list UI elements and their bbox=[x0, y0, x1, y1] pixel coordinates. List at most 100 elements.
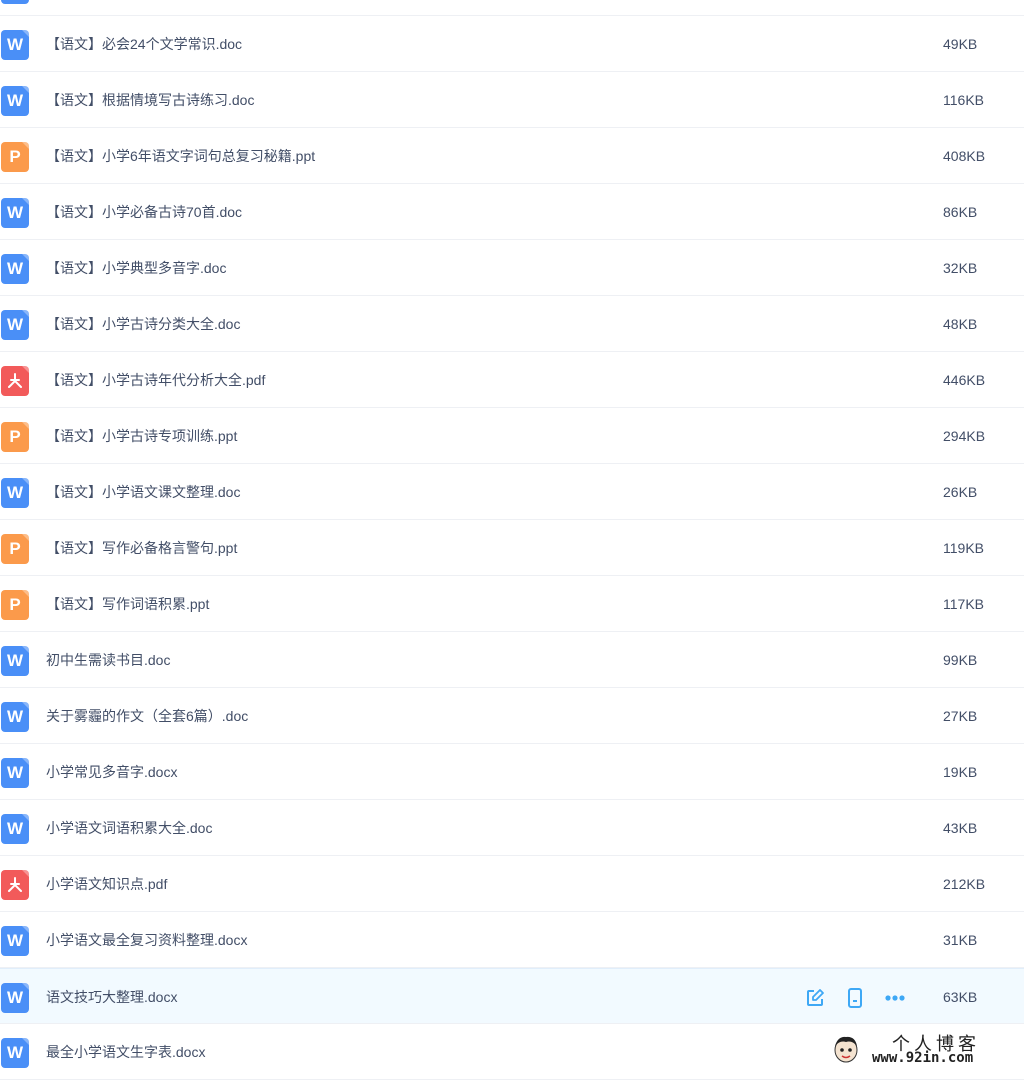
file-size: 31KB bbox=[943, 932, 978, 948]
file-size: 63KB bbox=[943, 989, 978, 1005]
file-size: 26KB bbox=[943, 484, 978, 500]
ppt-file-icon: P bbox=[1, 534, 29, 564]
pdf-file-icon bbox=[1, 870, 29, 900]
file-name[interactable]: 【语文】小学典型多音字.doc bbox=[46, 240, 226, 296]
file-row[interactable]: W 【语文】小学典型多音字.doc 32KB bbox=[0, 240, 1024, 296]
doc-file-icon: W bbox=[1, 758, 29, 788]
file-icon-letter: P bbox=[9, 539, 21, 558]
file-size: 294KB bbox=[943, 428, 986, 444]
file-size: 48KB bbox=[943, 316, 978, 332]
file-row[interactable]: W 关于雾霾的作文（全套6篇）.doc 27KB bbox=[0, 688, 1024, 744]
file-row[interactable]: W 小学常见多音字.docx 19KB bbox=[0, 744, 1024, 800]
file-row[interactable]: W 语文技巧大整理.docx 63KB bbox=[0, 968, 1024, 1024]
file-name[interactable]: 【语文】必会24个文学常识.doc bbox=[46, 16, 242, 72]
ppt-file-icon: P bbox=[1, 590, 29, 620]
file-row[interactable]: W 【语文】小学语文课文整理.doc 26KB bbox=[0, 464, 1024, 520]
file-icon-letter: W bbox=[6, 91, 24, 110]
file-size: 119KB bbox=[943, 540, 984, 556]
file-icon-letter: W bbox=[6, 1043, 24, 1062]
file-name[interactable]: 【语文】根据情境写古诗练习.doc bbox=[46, 72, 254, 128]
ppt-file-icon: P bbox=[1, 422, 29, 452]
file-icon-letter: W bbox=[6, 988, 24, 1007]
file-row[interactable]: W 【语文】小学古诗分类大全.doc 48KB bbox=[0, 296, 1024, 352]
file-row[interactable]: 【语文】小学古诗年代分析大全.pdf 446KB bbox=[0, 352, 1024, 408]
doc-file-icon: W bbox=[1, 86, 29, 116]
file-row[interactable]: W 小学语文最全复习资料整理.docx 31KB bbox=[0, 912, 1024, 968]
doc-file-icon: W bbox=[1, 983, 29, 1013]
file-row[interactable]: W bbox=[0, 0, 1024, 16]
watermark: 个人博客 www.92in.com bbox=[832, 1030, 1022, 1070]
watermark-url: www.92in.com bbox=[872, 1050, 974, 1066]
file-size: 408KB bbox=[943, 148, 986, 164]
file-name[interactable]: 小学语文知识点.pdf bbox=[46, 856, 167, 912]
file-row[interactable]: P 【语文】小学古诗专项训练.ppt 294KB bbox=[0, 408, 1024, 464]
avatar-logo bbox=[834, 1036, 858, 1063]
file-icon-letter: P bbox=[9, 595, 21, 614]
doc-file-icon: W bbox=[1, 254, 29, 284]
file-name[interactable]: 【语文】小学必备古诗70首.doc bbox=[46, 184, 242, 240]
file-icon-letter: W bbox=[6, 35, 24, 54]
file-icon-letter: W bbox=[6, 707, 24, 726]
doc-file-icon: W bbox=[1, 478, 29, 508]
file-size: 27KB bbox=[943, 708, 978, 724]
file-name[interactable]: 【语文】小学古诗分类大全.doc bbox=[46, 296, 240, 352]
doc-file-icon: W bbox=[1, 0, 29, 4]
file-icon-letter: W bbox=[6, 315, 24, 334]
file-size: 117KB bbox=[943, 596, 984, 612]
file-size: 116KB bbox=[943, 92, 984, 108]
doc-file-icon: W bbox=[1, 646, 29, 676]
file-row[interactable]: P 【语文】写作词语积累.ppt 117KB bbox=[0, 576, 1024, 632]
file-size: 446KB bbox=[943, 372, 986, 388]
doc-file-icon: W bbox=[1, 926, 29, 956]
file-icon-letter: W bbox=[6, 203, 24, 222]
row-actions bbox=[804, 987, 906, 1009]
file-name[interactable]: 【语文】小学古诗年代分析大全.pdf bbox=[46, 352, 265, 408]
file-row[interactable]: W 【语文】根据情境写古诗练习.doc 116KB bbox=[0, 72, 1024, 128]
file-name[interactable]: 【语文】小学古诗专项训练.ppt bbox=[46, 408, 237, 464]
ppt-file-icon: P bbox=[1, 142, 29, 172]
file-size: 19KB bbox=[943, 764, 978, 780]
file-name[interactable]: 小学语文词语积累大全.doc bbox=[46, 800, 212, 856]
doc-file-icon: W bbox=[1, 702, 29, 732]
file-icon-letter: W bbox=[6, 931, 24, 950]
doc-file-icon: W bbox=[1, 1038, 29, 1068]
file-row[interactable]: P 【语文】写作必备格言警句.ppt 119KB bbox=[0, 520, 1024, 576]
file-size: 32KB bbox=[943, 260, 978, 276]
doc-file-icon: W bbox=[1, 310, 29, 340]
file-size: 49KB bbox=[943, 36, 978, 52]
edit-icon[interactable] bbox=[804, 987, 826, 1009]
file-icon-letter: P bbox=[9, 147, 21, 166]
file-icon-letter: W bbox=[6, 651, 24, 670]
doc-file-icon: W bbox=[1, 814, 29, 844]
file-icon-letter: W bbox=[6, 819, 24, 838]
file-size: 212KB bbox=[943, 876, 986, 892]
file-row[interactable]: W 【语文】必会24个文学常识.doc 49KB bbox=[0, 16, 1024, 72]
file-row[interactable]: W 小学语文词语积累大全.doc 43KB bbox=[0, 800, 1024, 856]
file-name[interactable]: 小学常见多音字.docx bbox=[46, 744, 177, 800]
pdf-file-icon bbox=[1, 366, 29, 396]
file-name[interactable]: 【语文】小学语文课文整理.doc bbox=[46, 464, 240, 520]
file-row[interactable]: P 【语文】小学6年语文字词句总复习秘籍.ppt 408KB bbox=[0, 128, 1024, 184]
doc-file-icon: W bbox=[1, 30, 29, 60]
file-size: 86KB bbox=[943, 204, 978, 220]
file-row[interactable]: W 初中生需读书目.doc 99KB bbox=[0, 632, 1024, 688]
more-icon[interactable] bbox=[884, 987, 906, 1009]
file-name[interactable]: 【语文】小学6年语文字词句总复习秘籍.ppt bbox=[46, 128, 315, 184]
file-size: 99KB bbox=[943, 652, 978, 668]
file-name[interactable]: 语文技巧大整理.docx bbox=[46, 969, 177, 1025]
doc-file-icon: W bbox=[1, 198, 29, 228]
file-row[interactable]: 小学语文知识点.pdf 212KB bbox=[0, 856, 1024, 912]
file-name[interactable]: 【语文】写作必备格言警句.ppt bbox=[46, 520, 237, 576]
file-name[interactable]: 【语文】写作词语积累.ppt bbox=[46, 576, 209, 632]
file-icon-letter: P bbox=[9, 427, 21, 446]
file-icon-letter: W bbox=[6, 483, 24, 502]
file-name[interactable]: 初中生需读书目.doc bbox=[46, 632, 170, 688]
file-row[interactable]: W 【语文】小学必备古诗70首.doc 86KB bbox=[0, 184, 1024, 240]
file-icon-letter: W bbox=[6, 259, 24, 278]
file-name[interactable]: 关于雾霾的作文（全套6篇）.doc bbox=[46, 688, 248, 744]
file-name[interactable]: 小学语文最全复习资料整理.docx bbox=[46, 912, 247, 968]
file-size: 43KB bbox=[943, 820, 978, 836]
file-list: W W 【语文】必会24个文学常识.doc 49KB W 【语文】根据情境写古诗练习.do… bbox=[0, 0, 1024, 1080]
mobile-icon[interactable] bbox=[844, 987, 866, 1009]
file-icon-letter: W bbox=[6, 763, 24, 782]
